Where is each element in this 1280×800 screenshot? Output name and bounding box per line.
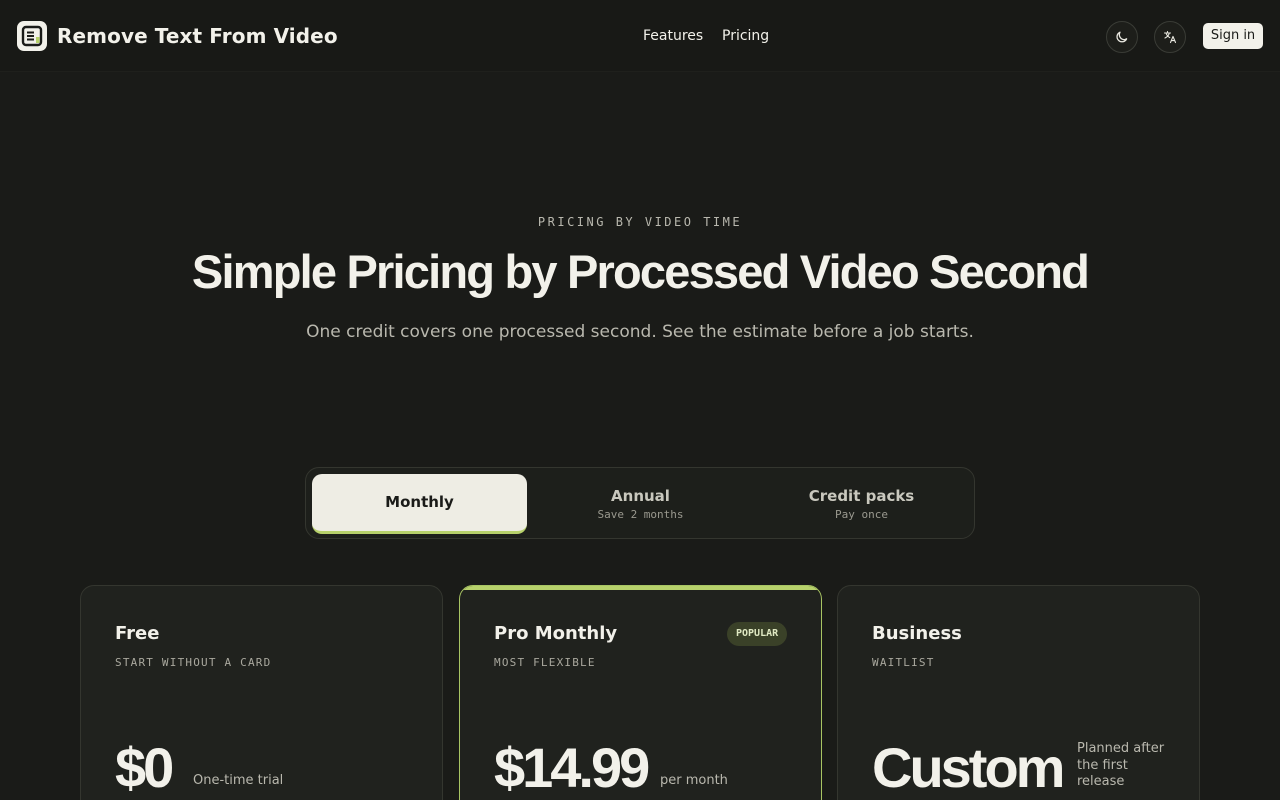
plan-name: Pro Monthly [494,623,618,644]
hero-subtitle: One credit covers one processed second. … [306,322,974,342]
plan-tagline: START WITHOUT A CARD [115,656,272,669]
popular-badge: POPULAR [727,622,788,646]
plan-card-business: Business WAITLIST Custom Planned after t… [837,585,1200,800]
billing-period-selector: Monthly Annual Save 2 months Credit pack… [305,467,975,539]
plan-price-note: per month [660,773,728,788]
brand-name[interactable]: Remove Text From Video [57,23,338,49]
nav-pricing-link[interactable]: Pricing [722,26,769,46]
plan-price: Custom [872,736,1065,799]
billing-option-sub: Save 2 months [597,508,684,521]
page-title: Simple Pricing by Processed Video Second [191,245,1090,298]
plan-price-note: One-time trial [193,773,284,788]
plan-name: Business [872,623,962,644]
language-button[interactable] [1154,21,1186,53]
sign-in-button[interactable]: Sign in [1203,23,1263,49]
top-navbar: Remove Text From Video Features Pricing … [0,0,1280,72]
translate-icon [1163,30,1177,44]
billing-option-sub: Pay once [835,508,888,521]
plan-card-free: Free START WITHOUT A CARD $0 One-time tr… [80,585,443,800]
plan-name: Free [115,623,160,644]
billing-option-label: Credit packs [808,487,915,505]
billing-option-credit-packs[interactable]: Credit packs Pay once [754,474,969,534]
billing-option-label: Monthly [385,493,454,511]
plan-price: $14.99 [494,736,650,799]
hero-eyebrow: PRICING BY VIDEO TIME [537,215,743,229]
plan-price-note: Planned after the first release [1077,741,1165,789]
nav-features-link[interactable]: Features [643,26,703,46]
moon-icon [1116,31,1128,43]
theme-toggle-button[interactable] [1106,21,1138,53]
plan-card-pro-monthly: Pro Monthly POPULAR MOST FLEXIBLE $14.99… [459,585,822,800]
billing-option-monthly[interactable]: Monthly [312,474,527,534]
plan-tagline: WAITLIST [872,656,935,669]
plan-price: $0 [115,736,174,799]
billing-option-annual[interactable]: Annual Save 2 months [533,474,748,534]
document-logo-icon[interactable] [17,21,47,51]
billing-option-label: Annual [611,487,670,505]
plan-tagline: MOST FLEXIBLE [494,656,596,669]
